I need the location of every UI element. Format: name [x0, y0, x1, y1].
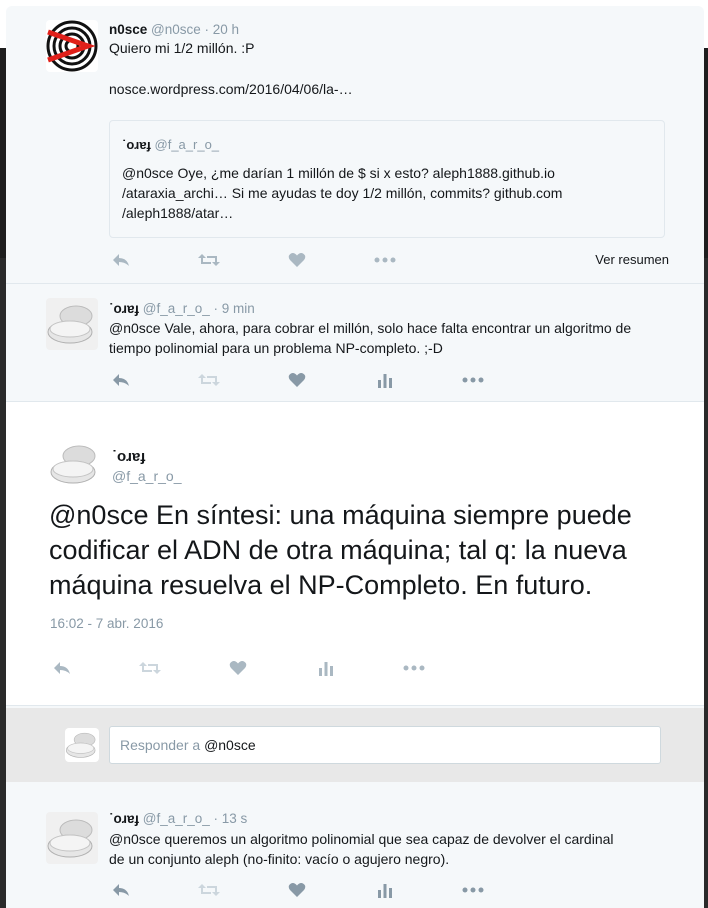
user-avatar	[65, 728, 99, 762]
tweet-timestamp[interactable]: 16:02 - 7 abr. 2016	[50, 616, 163, 631]
reply-icon[interactable]	[109, 880, 133, 900]
retweet-icon[interactable]	[197, 370, 221, 390]
avatar[interactable]	[46, 812, 98, 864]
analytics-icon[interactable]	[314, 658, 338, 678]
tweet-text: @n0sce Vale, ahora, para cobrar el milló…	[109, 320, 632, 356]
more-icon[interactable]	[461, 370, 485, 390]
username[interactable]: @f_a_r_o_	[143, 301, 210, 316]
display-name[interactable]: ˙oɹɐɟ	[109, 301, 139, 316]
display-name[interactable]: n0sce	[109, 22, 147, 37]
tweet-text: @n0sce queremos un algoritmo polinomial …	[109, 831, 614, 867]
tweet-header: ˙oɹɐɟ @f_a_r_o_ · 13 s	[109, 811, 247, 826]
like-icon[interactable]	[285, 880, 309, 900]
more-icon[interactable]	[461, 880, 485, 900]
tweet-header: ˙oɹɐɟ @f_a_r_o_ · 9 min	[109, 301, 255, 316]
reply-icon[interactable]	[109, 250, 133, 270]
more-icon[interactable]	[373, 250, 397, 270]
avatar-pill-image	[65, 728, 99, 762]
username[interactable]: @f_a_r_o_	[112, 468, 181, 484]
tweet-actions	[109, 370, 669, 390]
username[interactable]: @n0sce	[151, 22, 201, 37]
reply-icon[interactable]	[50, 658, 74, 678]
quoted-tweet-header: ˙oɹɐɟ @f_a_r_o_	[122, 137, 219, 152]
display-name[interactable]: ˙oɹɐɟ	[112, 448, 145, 465]
tweet-ancestor-1[interactable]: n0sce @n0sce · 20 h Quiero mi 1/2 millón…	[6, 6, 704, 284]
reply-mention: @n0sce	[204, 737, 256, 753]
tweet-reply[interactable]: ˙oɹɐɟ @f_a_r_o_ · 13 s @n0sce queremos u…	[6, 798, 704, 908]
retweet-icon[interactable]	[197, 880, 221, 900]
like-icon[interactable]	[226, 658, 250, 678]
quoted-tweet[interactable]: ˙oɹɐɟ @f_a_r_o_ @n0sce Oye, ¿me darían 1…	[109, 120, 665, 238]
like-icon[interactable]	[285, 370, 309, 390]
focused-tweet: ˙oɹɐɟ @f_a_r_o_ @n0sce En síntesi: una m…	[6, 402, 704, 706]
tweet-text: @n0sce En síntesi: una máquina siempre p…	[49, 500, 632, 600]
reply-placeholder: Responder a	[120, 737, 201, 753]
tweet-modal: n0sce @n0sce · 20 h Quiero mi 1/2 millón…	[6, 6, 704, 908]
tweet-time[interactable]: · 9 min	[214, 301, 255, 316]
display-name[interactable]: ˙oɹɐɟ	[109, 811, 139, 826]
view-summary-link[interactable]: Ver resumen	[595, 252, 669, 267]
avatar[interactable]	[49, 438, 101, 490]
reply-input[interactable]: Responder a @n0sce	[109, 726, 661, 764]
tweet-header: n0sce @n0sce · 20 h	[109, 22, 239, 37]
tweet-link[interactable]: nosce.wordpress.com/2016/04/06/la-…	[109, 79, 669, 99]
quoted-display-name: ˙oɹɐɟ	[122, 137, 151, 152]
avatar[interactable]	[46, 20, 98, 72]
analytics-icon[interactable]	[373, 880, 397, 900]
tweet-time[interactable]: · 20 h	[205, 22, 240, 37]
avatar-pill-image	[46, 812, 98, 864]
tweet-ancestor-2[interactable]: ˙oɹɐɟ @f_a_r_o_ · 9 min @n0sce Vale, aho…	[6, 284, 704, 402]
tweet-text: Quiero mi 1/2 millón. :P	[109, 40, 255, 56]
tweet-actions	[50, 658, 650, 678]
more-icon[interactable]	[402, 658, 426, 678]
reply-bar: Responder a @n0sce	[6, 708, 704, 782]
tweet-actions: Ver resumen	[109, 250, 669, 270]
quoted-username: @f_a_r_o_	[154, 137, 220, 152]
avatar[interactable]	[46, 298, 98, 350]
retweet-icon[interactable]	[197, 250, 221, 270]
tweet-actions	[109, 880, 669, 900]
like-icon[interactable]	[285, 250, 309, 270]
reply-icon[interactable]	[109, 370, 133, 390]
avatar-pill-image	[49, 438, 101, 490]
quoted-tweet-text: @n0sce Oye, ¿me darían 1 millón de $ si …	[122, 165, 563, 221]
avatar-spiral-image	[46, 20, 98, 72]
username[interactable]: @f_a_r_o_	[143, 811, 210, 826]
analytics-icon[interactable]	[373, 370, 397, 390]
avatar-pill-image	[46, 298, 98, 350]
tweet-time[interactable]: · 13 s	[214, 811, 248, 826]
retweet-icon[interactable]	[138, 658, 162, 678]
